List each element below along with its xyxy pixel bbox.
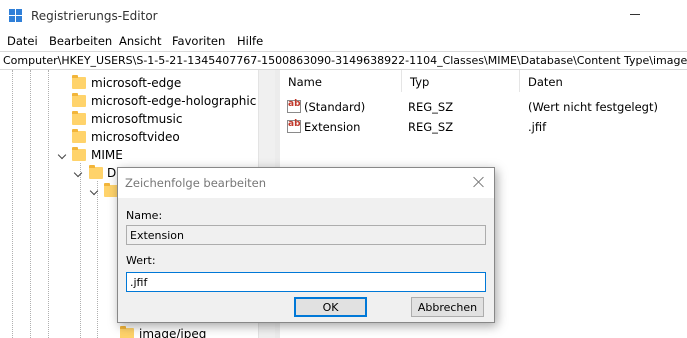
tree-item-image-jpeg[interactable]: image/jpeg bbox=[0, 325, 258, 338]
address-path: Computer\HKEY_USERS\S-1-5-21-1345407767-… bbox=[3, 54, 687, 67]
name-label: Name: bbox=[126, 209, 163, 222]
dialog-titlebar: Zeichenfolge bearbeiten bbox=[118, 168, 494, 198]
value-field[interactable] bbox=[126, 272, 486, 292]
folder-icon bbox=[72, 93, 86, 107]
column-header-type[interactable]: Typ bbox=[402, 70, 520, 92]
tree-item-label: microsoftmusic bbox=[91, 112, 183, 126]
ok-button[interactable]: OK bbox=[294, 297, 367, 317]
folder-icon bbox=[104, 183, 118, 197]
value-row[interactable]: (Standard) REG_SZ (Wert nicht festgelegt… bbox=[280, 97, 687, 117]
menu-ansicht[interactable]: Ansicht bbox=[119, 34, 161, 48]
folder-icon bbox=[72, 147, 86, 161]
edit-string-dialog: Zeichenfolge bearbeiten Name: Wert: OK A… bbox=[117, 167, 495, 323]
menu-datei[interactable]: Datei bbox=[7, 34, 38, 48]
window-title: Registrierungs-Editor bbox=[31, 9, 158, 23]
tree-item-label: microsoftvideo bbox=[91, 130, 180, 144]
menu-favoriten[interactable]: Favoriten bbox=[172, 34, 225, 48]
column-header-name[interactable]: Name bbox=[280, 70, 402, 92]
folder-icon bbox=[72, 75, 86, 89]
name-field[interactable] bbox=[126, 225, 486, 245]
regedit-app-icon bbox=[9, 9, 23, 23]
folder-icon bbox=[89, 165, 103, 179]
value-row[interactable]: Extension REG_SZ .jfif bbox=[280, 117, 687, 137]
tree-item-microsoftmusic[interactable]: microsoftmusic bbox=[0, 110, 258, 128]
tree-item-mime[interactable]: MIME bbox=[0, 146, 258, 164]
chevron-down-icon[interactable] bbox=[57, 150, 67, 160]
value-type: REG_SZ bbox=[408, 120, 454, 134]
dialog-title: Zeichenfolge bearbeiten bbox=[125, 176, 267, 190]
chevron-down-icon[interactable] bbox=[89, 186, 99, 196]
tree-item-microsoft-edge[interactable]: microsoft-edge bbox=[0, 74, 258, 92]
window-titlebar: Registrierungs-Editor bbox=[0, 0, 687, 32]
value-data: (Wert nicht festgelegt) bbox=[528, 100, 658, 114]
column-header-data[interactable]: Daten bbox=[520, 70, 687, 92]
menu-bar: Datei Bearbeiten Ansicht Favoriten Hilfe bbox=[0, 32, 687, 50]
tree-item-microsoft-edge-holographic[interactable]: microsoft-edge-holographic bbox=[0, 92, 258, 110]
cancel-button[interactable]: Abbrechen bbox=[411, 297, 484, 317]
value-name: (Standard) bbox=[304, 100, 366, 114]
tree-item-label: microsoft-edge bbox=[91, 76, 182, 90]
value-name: Extension bbox=[304, 120, 361, 134]
tree-item-microsoftvideo[interactable]: microsoftvideo bbox=[0, 128, 258, 146]
string-value-icon bbox=[287, 99, 301, 113]
tree-item-label: MIME bbox=[91, 148, 123, 162]
folder-icon bbox=[72, 129, 86, 143]
minimize-icon[interactable] bbox=[630, 9, 640, 19]
menu-bearbeiten[interactable]: Bearbeiten bbox=[49, 34, 112, 48]
folder-icon bbox=[72, 111, 86, 125]
string-value-icon bbox=[287, 119, 301, 133]
value-type: REG_SZ bbox=[408, 100, 454, 114]
tree-item-label: microsoft-edge-holographic bbox=[91, 94, 257, 108]
close-icon[interactable] bbox=[472, 175, 486, 189]
value-data: .jfif bbox=[528, 120, 547, 134]
tree-item-label: image/jpeg bbox=[139, 327, 207, 338]
address-bar[interactable]: Computer\HKEY_USERS\S-1-5-21-1345407767-… bbox=[0, 51, 687, 70]
menu-hilfe[interactable]: Hilfe bbox=[237, 34, 263, 48]
folder-icon bbox=[120, 326, 134, 338]
value-label: Wert: bbox=[126, 254, 156, 267]
chevron-down-icon[interactable] bbox=[73, 168, 83, 178]
